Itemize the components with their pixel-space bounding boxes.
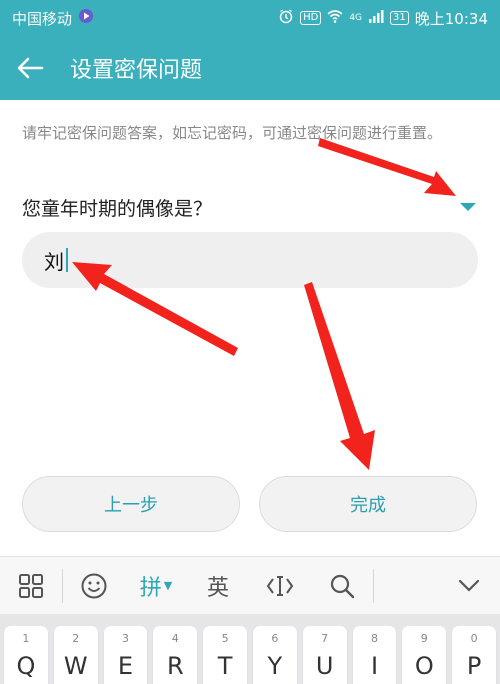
key-o[interactable]: 9O	[402, 626, 447, 684]
wifi-icon	[327, 8, 343, 28]
english-mode-button[interactable]: 英	[187, 557, 249, 615]
key-p[interactable]: 0P	[452, 626, 496, 684]
key-w[interactable]: 2W	[53, 626, 98, 684]
key-number-label: 7	[321, 632, 329, 645]
key-letter-label: Y	[267, 652, 283, 680]
key-letter-label: R	[166, 652, 184, 680]
pinyin-mode-button[interactable]: 拼 ▼	[125, 557, 187, 615]
key-number-label: 6	[271, 632, 279, 645]
keyboard-keys-row: 1Q2W3E4R5T6Y7U8I9O0P	[0, 614, 500, 684]
key-letter-label: W	[63, 652, 88, 680]
hint-text: 请牢记密保问题答案，如忘记密码，可通过密保问题进行重置。	[22, 124, 443, 142]
key-number-label: 2	[72, 632, 80, 645]
pinyin-label: 拼	[139, 575, 162, 601]
key-number-label: 8	[370, 632, 378, 645]
key-t[interactable]: 5T	[203, 626, 247, 684]
cursor-move-button[interactable]	[249, 557, 311, 615]
key-y[interactable]: 6Y	[252, 626, 297, 684]
signal-icon	[368, 8, 384, 28]
key-letter-label: O	[414, 652, 434, 680]
answer-value: 刘	[44, 249, 64, 274]
battery-indicator: 31	[390, 11, 409, 25]
keyboard-menu-button[interactable]	[0, 557, 62, 615]
network-type-label: 4G	[349, 13, 363, 23]
answer-input[interactable]: 刘	[22, 232, 478, 288]
key-letter-label: U	[315, 652, 334, 680]
smiley-icon	[81, 573, 107, 598]
time-label: 晚上10:34	[414, 9, 488, 28]
back-button[interactable]	[0, 36, 60, 100]
done-button[interactable]: 完成	[259, 476, 477, 532]
emoji-button[interactable]	[63, 557, 125, 615]
security-question-selector[interactable]: 您童年时期的偶像是？	[22, 190, 478, 224]
cursor-move-icon	[266, 575, 294, 596]
chevron-down-icon	[458, 579, 480, 592]
key-letter-label: T	[217, 652, 233, 680]
key-number-label: 4	[171, 632, 179, 645]
status-bar: 中国移动 HD 4G 31 晚上10:34	[0, 0, 500, 36]
toolbar-divider	[373, 568, 374, 603]
app-bar: 设置密保问题	[0, 36, 500, 100]
english-label: 英	[206, 575, 229, 601]
key-letter-label: P	[466, 652, 482, 680]
mode-dropdown-icon: ▼	[163, 579, 173, 592]
keyboard-toolbar: 拼 ▼ 英	[0, 556, 500, 614]
key-number-label: 5	[221, 632, 229, 645]
key-r[interactable]: 4R	[153, 626, 198, 684]
annotation-arrow	[318, 138, 456, 196]
key-i[interactable]: 8I	[352, 626, 397, 684]
alarm-icon	[278, 8, 294, 28]
media-play-icon	[78, 8, 94, 28]
back-arrow-icon	[17, 57, 44, 79]
key-letter-label: E	[117, 652, 134, 680]
text-cursor	[66, 248, 68, 272]
page-title: 设置密保问题	[70, 58, 203, 83]
keyboard-search-button[interactable]	[311, 557, 373, 615]
key-u[interactable]: 7U	[302, 626, 347, 684]
search-icon	[330, 574, 355, 598]
hd-badge: HD	[300, 11, 322, 25]
key-letter-label: I	[370, 652, 379, 680]
key-number-label: 0	[470, 632, 478, 645]
dropdown-triangle-icon[interactable]	[458, 200, 478, 214]
annotation-arrow	[304, 282, 375, 470]
previous-step-button[interactable]: 上一步	[22, 476, 240, 532]
carrier-label: 中国移动	[12, 9, 73, 28]
key-number-label: 9	[420, 632, 428, 645]
key-e[interactable]: 3E	[103, 626, 148, 684]
hide-keyboard-button[interactable]	[438, 557, 500, 615]
key-number-label: 1	[22, 632, 30, 645]
grid-icon	[19, 573, 43, 598]
security-question-label: 您童年时期的偶像是？	[22, 197, 213, 220]
key-number-label: 3	[121, 632, 129, 645]
key-q[interactable]: 1Q	[4, 626, 48, 684]
key-letter-label: Q	[16, 652, 36, 680]
